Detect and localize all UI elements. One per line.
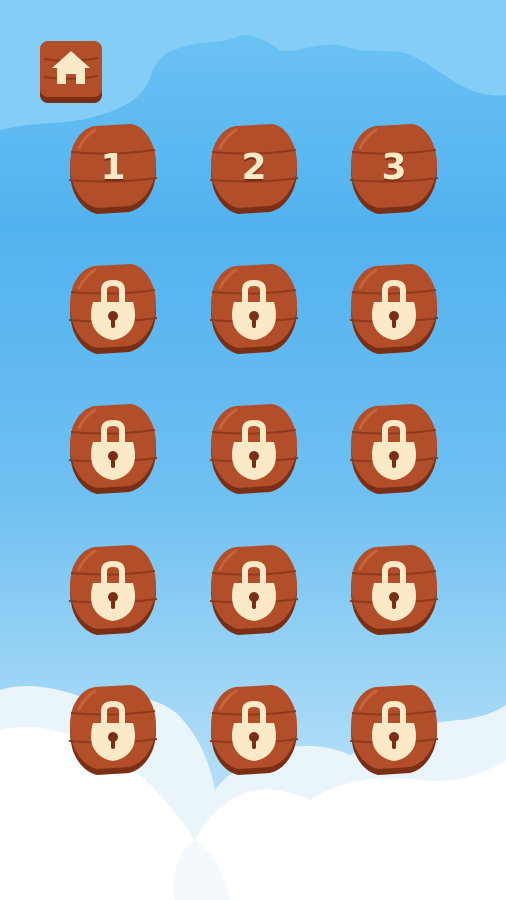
home-icon (40, 41, 102, 103)
level-button-3[interactable]: 3 (346, 122, 442, 218)
lock-icon (87, 416, 139, 482)
lock-icon (87, 557, 139, 623)
level-number: 1 (100, 146, 126, 188)
lock-icon (87, 697, 139, 763)
level-button-locked[interactable] (346, 683, 442, 779)
level-button-locked[interactable] (346, 402, 442, 498)
lock-icon (228, 416, 280, 482)
level-button-locked[interactable] (206, 683, 302, 779)
level-button-2[interactable]: 2 (206, 122, 302, 218)
level-number: 3 (381, 146, 407, 188)
level-button-locked[interactable] (206, 402, 302, 498)
level-button-locked[interactable] (65, 543, 161, 639)
lock-icon (368, 276, 420, 342)
level-button-locked[interactable] (65, 683, 161, 779)
level-button-locked[interactable] (206, 543, 302, 639)
level-button-1[interactable]: 1 (65, 122, 161, 218)
lock-icon (228, 697, 280, 763)
lock-icon (368, 697, 420, 763)
level-number: 2 (241, 146, 267, 188)
level-button-locked[interactable] (65, 262, 161, 358)
lock-icon (228, 276, 280, 342)
lock-icon (368, 416, 420, 482)
level-button-locked[interactable] (346, 543, 442, 639)
level-button-locked[interactable] (206, 262, 302, 358)
lock-icon (368, 557, 420, 623)
lock-icon (228, 557, 280, 623)
home-button[interactable] (38, 39, 104, 105)
level-button-locked[interactable] (346, 262, 442, 358)
level-button-locked[interactable] (65, 402, 161, 498)
level-select-screen: 1 2 3 (0, 0, 506, 900)
lock-icon (87, 276, 139, 342)
